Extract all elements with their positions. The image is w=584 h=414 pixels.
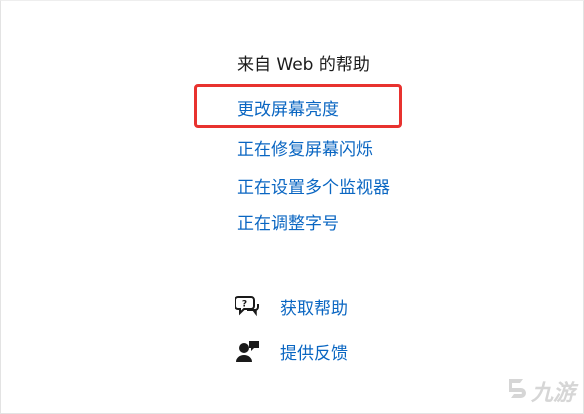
help-from-web-heading: 来自 Web 的帮助 xyxy=(237,55,370,75)
watermark-text: 九游 xyxy=(530,381,575,406)
help-panel: 来自 Web 的帮助 更改屏幕亮度 正在修复屏幕闪烁 正在设置多个监视器 正在调… xyxy=(0,0,584,414)
feedback-person-icon xyxy=(235,338,261,364)
link-setup-multiple-monitors[interactable]: 正在设置多个监视器 xyxy=(237,173,390,198)
watermark: 九游 xyxy=(505,375,575,407)
nine-game-logo-icon xyxy=(505,376,529,406)
give-feedback-button[interactable]: 提供反馈 xyxy=(235,338,348,364)
link-adjust-font-size[interactable]: 正在调整字号 xyxy=(237,209,339,234)
link-change-screen-brightness[interactable]: 更改屏幕亮度 xyxy=(237,95,339,120)
give-feedback-label: 提供反馈 xyxy=(280,343,348,364)
get-help-button[interactable]: ? 获取帮助 xyxy=(234,293,348,319)
chat-help-icon: ? xyxy=(234,293,261,319)
link-fix-screen-flicker[interactable]: 正在修复屏幕闪烁 xyxy=(237,135,373,160)
svg-text:?: ? xyxy=(242,300,247,310)
get-help-label: 获取帮助 xyxy=(280,298,348,319)
